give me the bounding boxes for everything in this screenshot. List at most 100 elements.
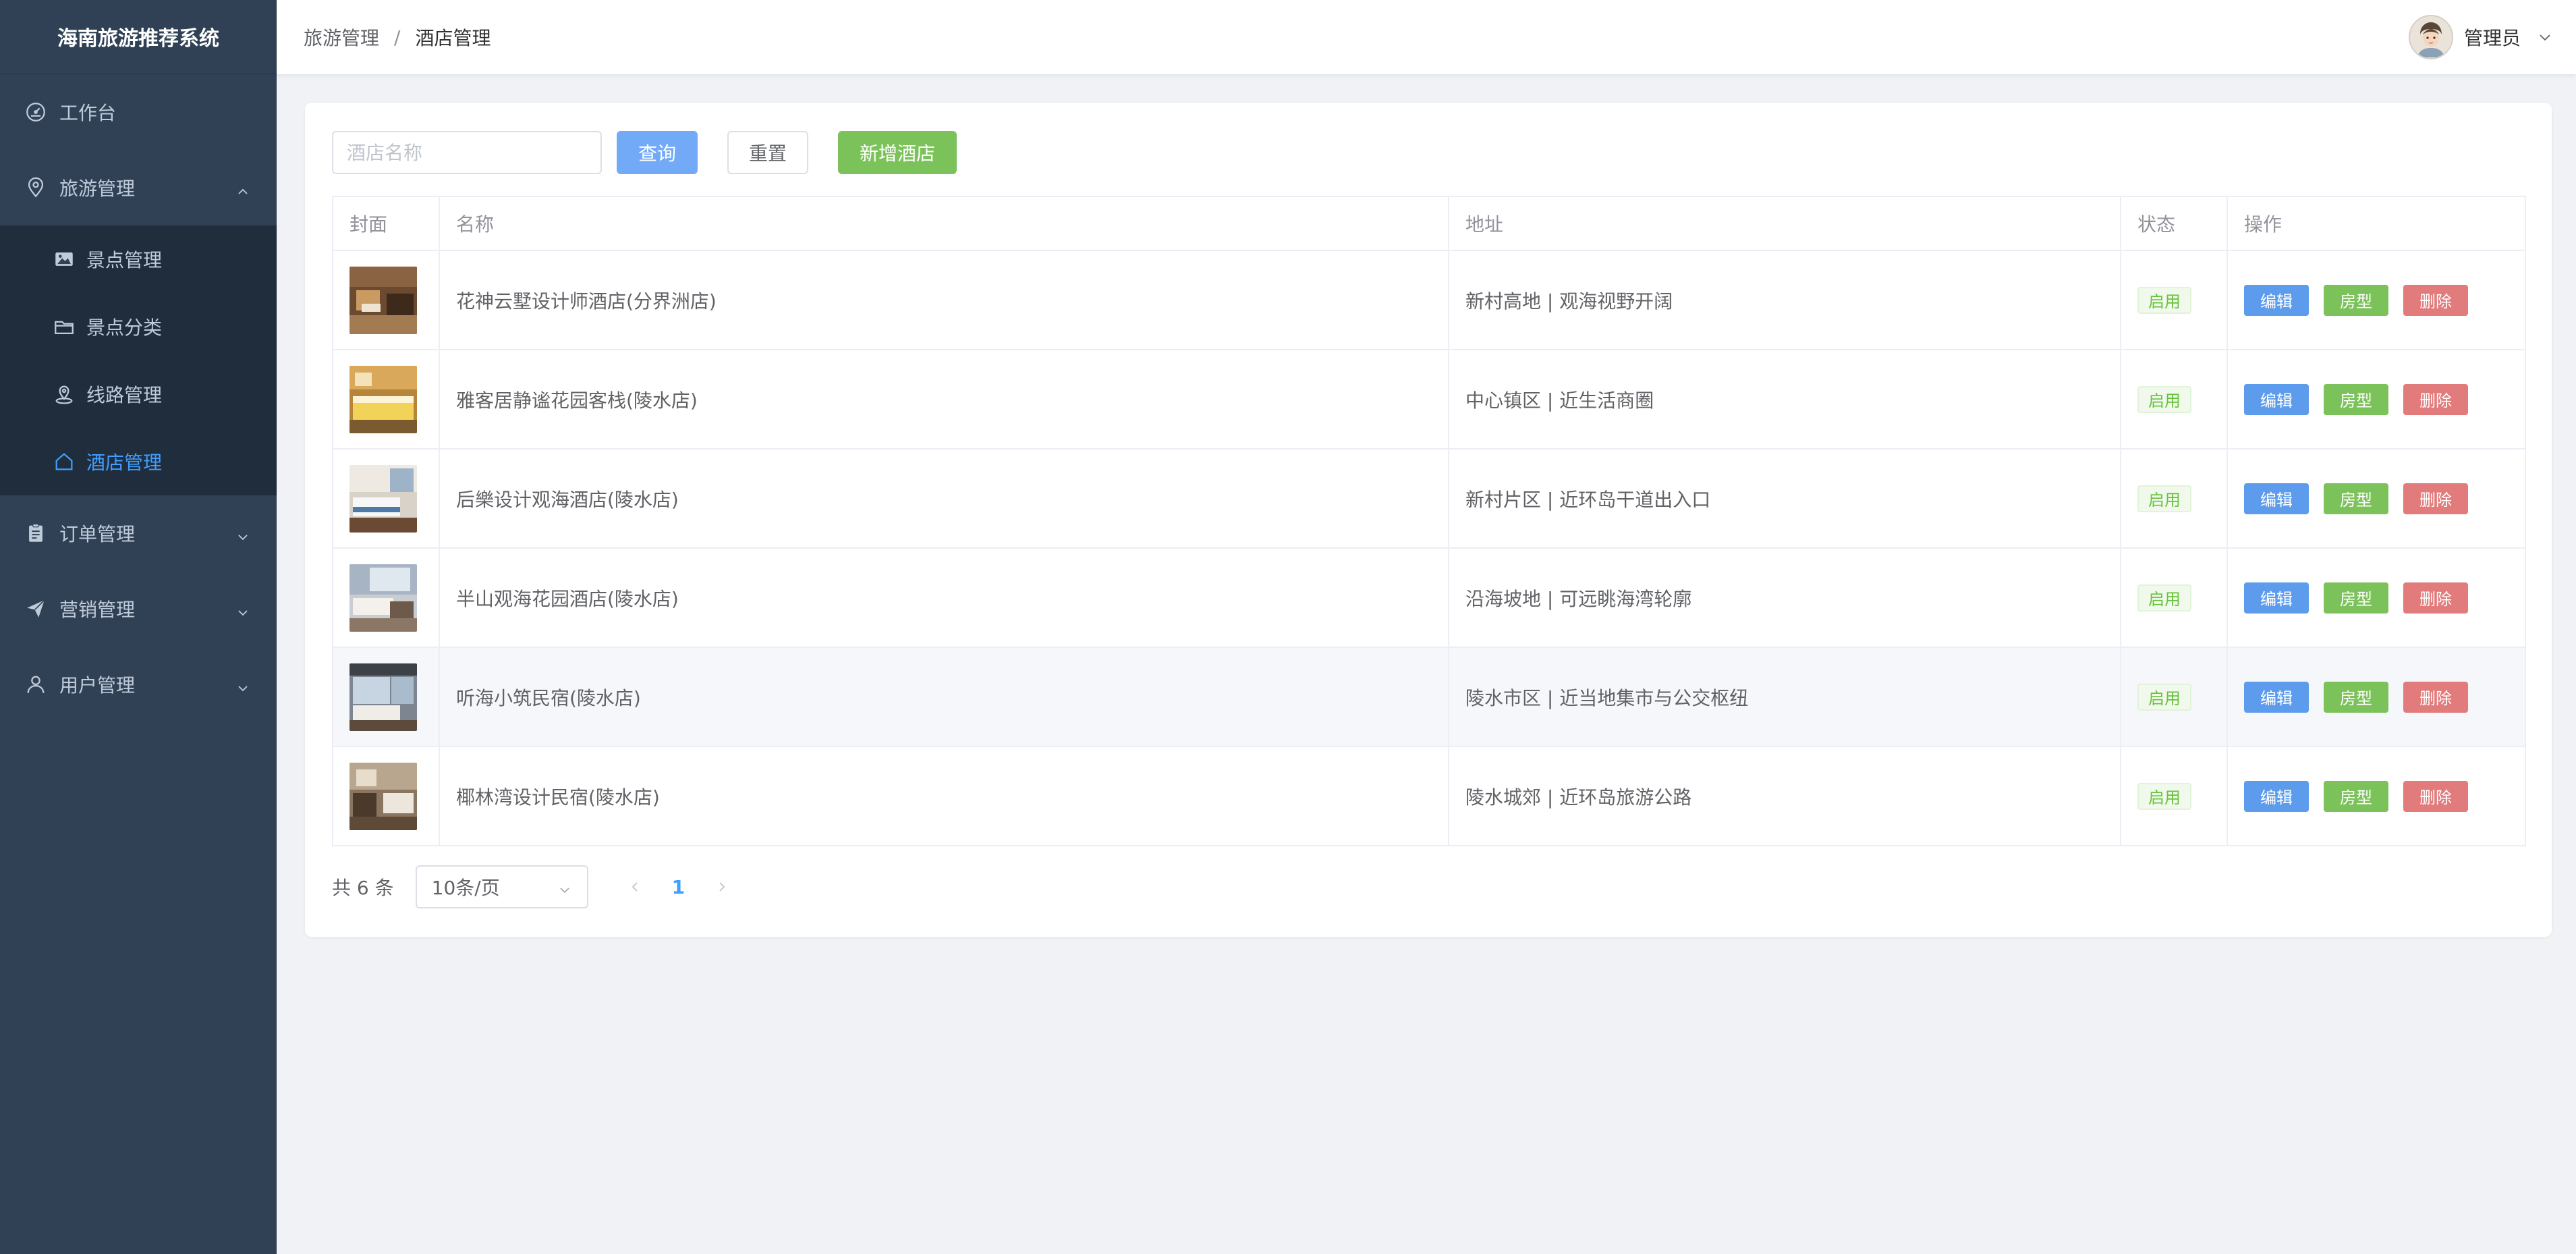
sidebar-item-label: 订单管理 xyxy=(59,523,136,545)
status-badge: 启用 xyxy=(2137,683,2191,711)
cover-cell xyxy=(332,746,440,846)
edit-button[interactable]: 编辑 xyxy=(2244,582,2309,614)
sidebar-item-label: 景点管理 xyxy=(86,249,163,271)
travel-submenu: 景点管理 景点分类 线路管理 酒店管理 xyxy=(0,225,277,495)
add-hotel-button[interactable]: 新增酒店 xyxy=(838,131,957,174)
hotel-cover-image[interactable] xyxy=(349,762,417,830)
cover-cell xyxy=(332,349,440,449)
sidebar-item-scenic[interactable]: 景点管理 xyxy=(0,225,277,293)
hotel-name-search-input[interactable] xyxy=(332,131,602,174)
breadcrumb-item-travel[interactable]: 旅游管理 xyxy=(304,24,379,51)
sidebar-item-users[interactable]: 用户管理 xyxy=(0,647,277,722)
page-size-value: 10条/页 xyxy=(431,877,500,899)
user-dropdown[interactable]: 管理员 xyxy=(2408,13,2553,61)
edit-button[interactable]: 编辑 xyxy=(2244,383,2309,415)
cover-cell xyxy=(332,647,440,747)
page-number-current[interactable]: 1 xyxy=(672,876,685,898)
chevron-down-icon[interactable] xyxy=(2537,29,2553,45)
avatar[interactable] xyxy=(2408,15,2453,59)
sidebar-item-label: 用户管理 xyxy=(59,674,136,697)
cover-cell xyxy=(332,448,440,549)
send-icon xyxy=(24,597,47,620)
reset-button[interactable]: 重置 xyxy=(727,131,808,174)
breadcrumb-separator: / xyxy=(394,26,401,49)
status-cell: 启用 xyxy=(2120,547,2228,648)
room-type-button[interactable]: 房型 xyxy=(2324,483,2388,514)
sidebar: 海南旅游推荐系统 工作台 旅游管理 景点管理 景点分类 线路管理 酒店管理 订单… xyxy=(0,0,277,1254)
actions-cell: 编辑 房型 删除 xyxy=(2227,547,2526,648)
next-page-button[interactable] xyxy=(715,879,729,894)
breadcrumb: 旅游管理 / 酒店管理 xyxy=(304,24,491,51)
sidebar-item-dashboard[interactable]: 工作台 xyxy=(0,74,277,150)
status-badge: 启用 xyxy=(2137,385,2191,413)
chevron-down-icon xyxy=(236,526,250,541)
sidebar-item-travel[interactable]: 旅游管理 xyxy=(0,150,277,225)
status-cell: 启用 xyxy=(2120,250,2228,350)
clipboard-icon xyxy=(24,522,47,545)
column-header-status: 状态 xyxy=(2120,196,2228,251)
hotel-cover-image[interactable] xyxy=(349,464,417,533)
delete-button[interactable]: 删除 xyxy=(2403,383,2468,415)
status-cell: 启用 xyxy=(2120,349,2228,449)
map-location-icon xyxy=(53,383,76,406)
hotel-address-cell: 陵水市区 | 近当地集市与公交枢纽 xyxy=(1448,647,2121,747)
hotel-cover-image[interactable] xyxy=(349,663,417,731)
room-type-button[interactable]: 房型 xyxy=(2324,582,2388,614)
dashboard-icon xyxy=(24,101,47,124)
chevron-down-icon xyxy=(557,880,572,895)
room-type-button[interactable]: 房型 xyxy=(2324,383,2388,415)
page-size-select[interactable]: 10条/页 xyxy=(415,865,588,908)
hotel-name-cell: 后樂设计观海酒店(陵水店) xyxy=(439,448,1449,549)
query-button[interactable]: 查询 xyxy=(617,131,698,174)
prev-page-button[interactable] xyxy=(627,879,642,894)
user-name[interactable]: 管理员 xyxy=(2464,24,2521,51)
status-badge: 启用 xyxy=(2137,584,2191,611)
actions-cell: 编辑 房型 删除 xyxy=(2227,349,2526,449)
edit-button[interactable]: 编辑 xyxy=(2244,780,2309,812)
cover-cell xyxy=(332,547,440,648)
sidebar-item-label: 线路管理 xyxy=(86,384,163,406)
house-icon xyxy=(53,450,76,473)
breadcrumb-item-hotels: 酒店管理 xyxy=(415,27,491,49)
status-cell: 启用 xyxy=(2120,647,2228,747)
total-count: 共 6 条 xyxy=(332,877,394,899)
hotel-name-cell: 花神云墅设计师酒店(分界洲店) xyxy=(439,250,1449,350)
table-row: 椰林湾设计民宿(陵水店) 陵水城郊 | 近环岛旅游公路 启用 编辑 房型 删除 xyxy=(332,746,2526,846)
sidebar-item-orders[interactable]: 订单管理 xyxy=(0,495,277,571)
sidebar-item-label: 景点分类 xyxy=(86,317,163,339)
hotel-address-cell: 陵水城郊 | 近环岛旅游公路 xyxy=(1448,746,2121,846)
hotel-cover-image[interactable] xyxy=(349,564,417,632)
status-cell: 启用 xyxy=(2120,448,2228,549)
delete-button[interactable]: 删除 xyxy=(2403,284,2468,316)
delete-button[interactable]: 删除 xyxy=(2403,681,2468,713)
edit-button[interactable]: 编辑 xyxy=(2244,483,2309,514)
sidebar-item-marketing[interactable]: 营销管理 xyxy=(0,571,277,647)
hotel-name-cell: 听海小筑民宿(陵水店) xyxy=(439,647,1449,747)
cover-cell xyxy=(332,250,440,350)
room-type-button[interactable]: 房型 xyxy=(2324,681,2388,713)
actions-cell: 编辑 房型 删除 xyxy=(2227,746,2526,846)
chevron-down-icon xyxy=(236,678,250,692)
sidebar-item-routes[interactable]: 线路管理 xyxy=(0,360,277,428)
hotel-cover-image[interactable] xyxy=(349,266,417,334)
table-row: 雅客居静谧花园客栈(陵水店) 中心镇区 | 近生活商圈 启用 编辑 房型 删除 xyxy=(332,349,2526,449)
delete-button[interactable]: 删除 xyxy=(2403,582,2468,614)
room-type-button[interactable]: 房型 xyxy=(2324,284,2388,316)
delete-button[interactable]: 删除 xyxy=(2403,780,2468,812)
sidebar-item-label: 酒店管理 xyxy=(86,452,163,474)
column-header-address: 地址 xyxy=(1448,196,2121,251)
delete-button[interactable]: 删除 xyxy=(2403,483,2468,514)
room-type-button[interactable]: 房型 xyxy=(2324,780,2388,812)
actions-cell: 编辑 房型 删除 xyxy=(2227,448,2526,549)
hotel-address-cell: 新村高地 | 观海视野开阔 xyxy=(1448,250,2121,350)
column-header-cover: 封面 xyxy=(332,196,440,251)
hotel-name-cell: 椰林湾设计民宿(陵水店) xyxy=(439,746,1449,846)
sidebar-item-hotels[interactable]: 酒店管理 xyxy=(0,428,277,495)
edit-button[interactable]: 编辑 xyxy=(2244,681,2309,713)
sidebar-item-scenic-category[interactable]: 景点分类 xyxy=(0,293,277,360)
table-row: 花神云墅设计师酒店(分界洲店) 新村高地 | 观海视野开阔 启用 编辑 房型 删除 xyxy=(332,250,2526,350)
pagination: 共 6 条 10条/页 1 xyxy=(332,865,729,908)
edit-button[interactable]: 编辑 xyxy=(2244,284,2309,316)
hotel-cover-image[interactable] xyxy=(349,365,417,433)
sidebar-item-label: 营销管理 xyxy=(59,599,136,621)
